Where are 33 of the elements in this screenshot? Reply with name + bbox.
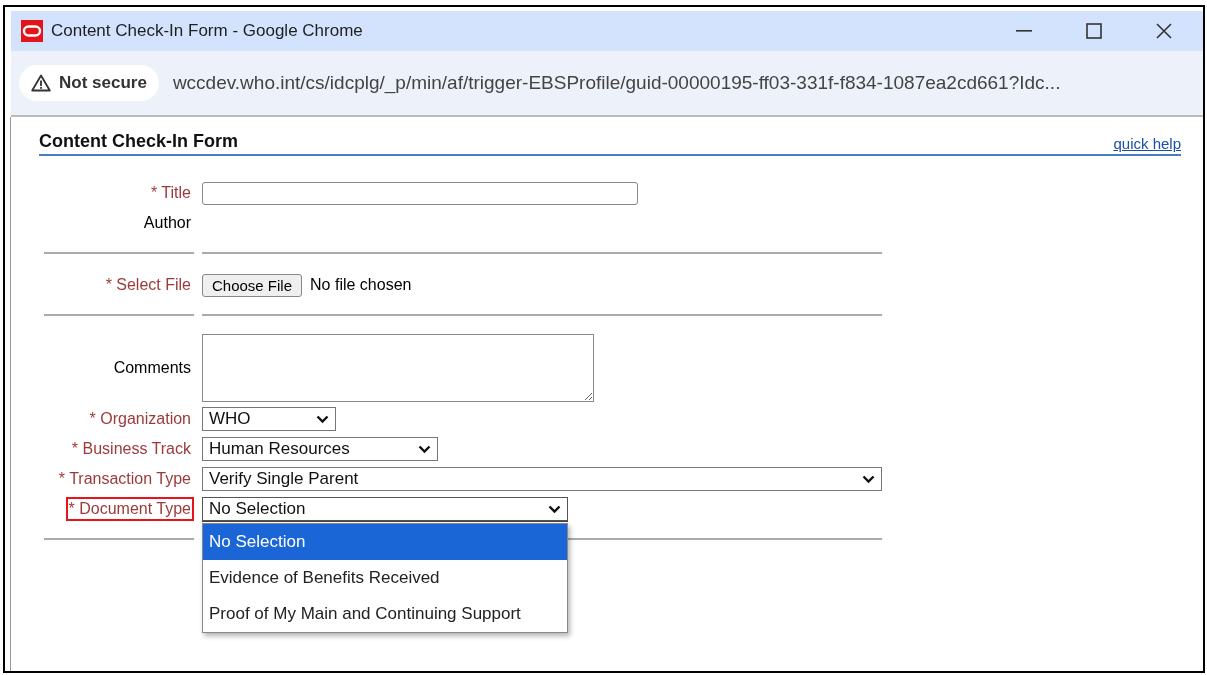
- comments-field[interactable]: [202, 334, 594, 402]
- dropdown-option[interactable]: No Selection: [203, 524, 567, 560]
- field-label: * Title: [150, 183, 192, 203]
- dropdown[interactable]: WHO: [202, 407, 336, 431]
- warning-icon: [31, 74, 51, 92]
- field-label: Author: [142, 213, 192, 233]
- security-chip[interactable]: Not secure: [19, 65, 159, 101]
- close-icon[interactable]: [1156, 23, 1172, 39]
- maximize-icon[interactable]: [1086, 23, 1102, 39]
- dropdown[interactable]: Human Resources: [202, 437, 438, 461]
- field-label: * Select File: [104, 275, 192, 295]
- form-heading: Content Check-In Form: [39, 131, 238, 152]
- dropdown-option[interactable]: Evidence of Benefits Received: [203, 560, 567, 596]
- app-logo-icon: [21, 20, 43, 42]
- chevron-icon: [862, 474, 875, 484]
- chevron-icon: [316, 414, 329, 424]
- field-label: * Business Track: [70, 439, 192, 459]
- dropdown[interactable]: No Selection: [202, 497, 568, 521]
- field-label: * Document Type: [65, 497, 194, 521]
- dropdown-option[interactable]: Proof of My Main and Continuing Support: [203, 596, 567, 632]
- quick-help-link[interactable]: quick help: [1113, 135, 1181, 152]
- title-field[interactable]: [202, 181, 638, 205]
- dropdown[interactable]: Verify Single Parent: [202, 467, 882, 491]
- field-label: * Transaction Type: [57, 469, 192, 489]
- minimize-icon[interactable]: [1016, 30, 1032, 32]
- chevron-icon: [548, 504, 561, 514]
- url-field[interactable]: wccdev.who.int/cs/idcplg/_p/min/af/trigger-EBSProfile/guid-00000195-ff03-331f-f834-1087ea2cd661?Idc...: [172, 72, 1061, 94]
- file-status: No file chosen: [310, 276, 412, 294]
- field-label: * Organization: [88, 409, 192, 429]
- window-title: Content Check-In Form - Google Chrome: [51, 21, 364, 41]
- choose-file-button[interactable]: Choose File: [202, 273, 303, 297]
- chevron-icon: [418, 444, 431, 454]
- field-label: Comments: [112, 358, 192, 378]
